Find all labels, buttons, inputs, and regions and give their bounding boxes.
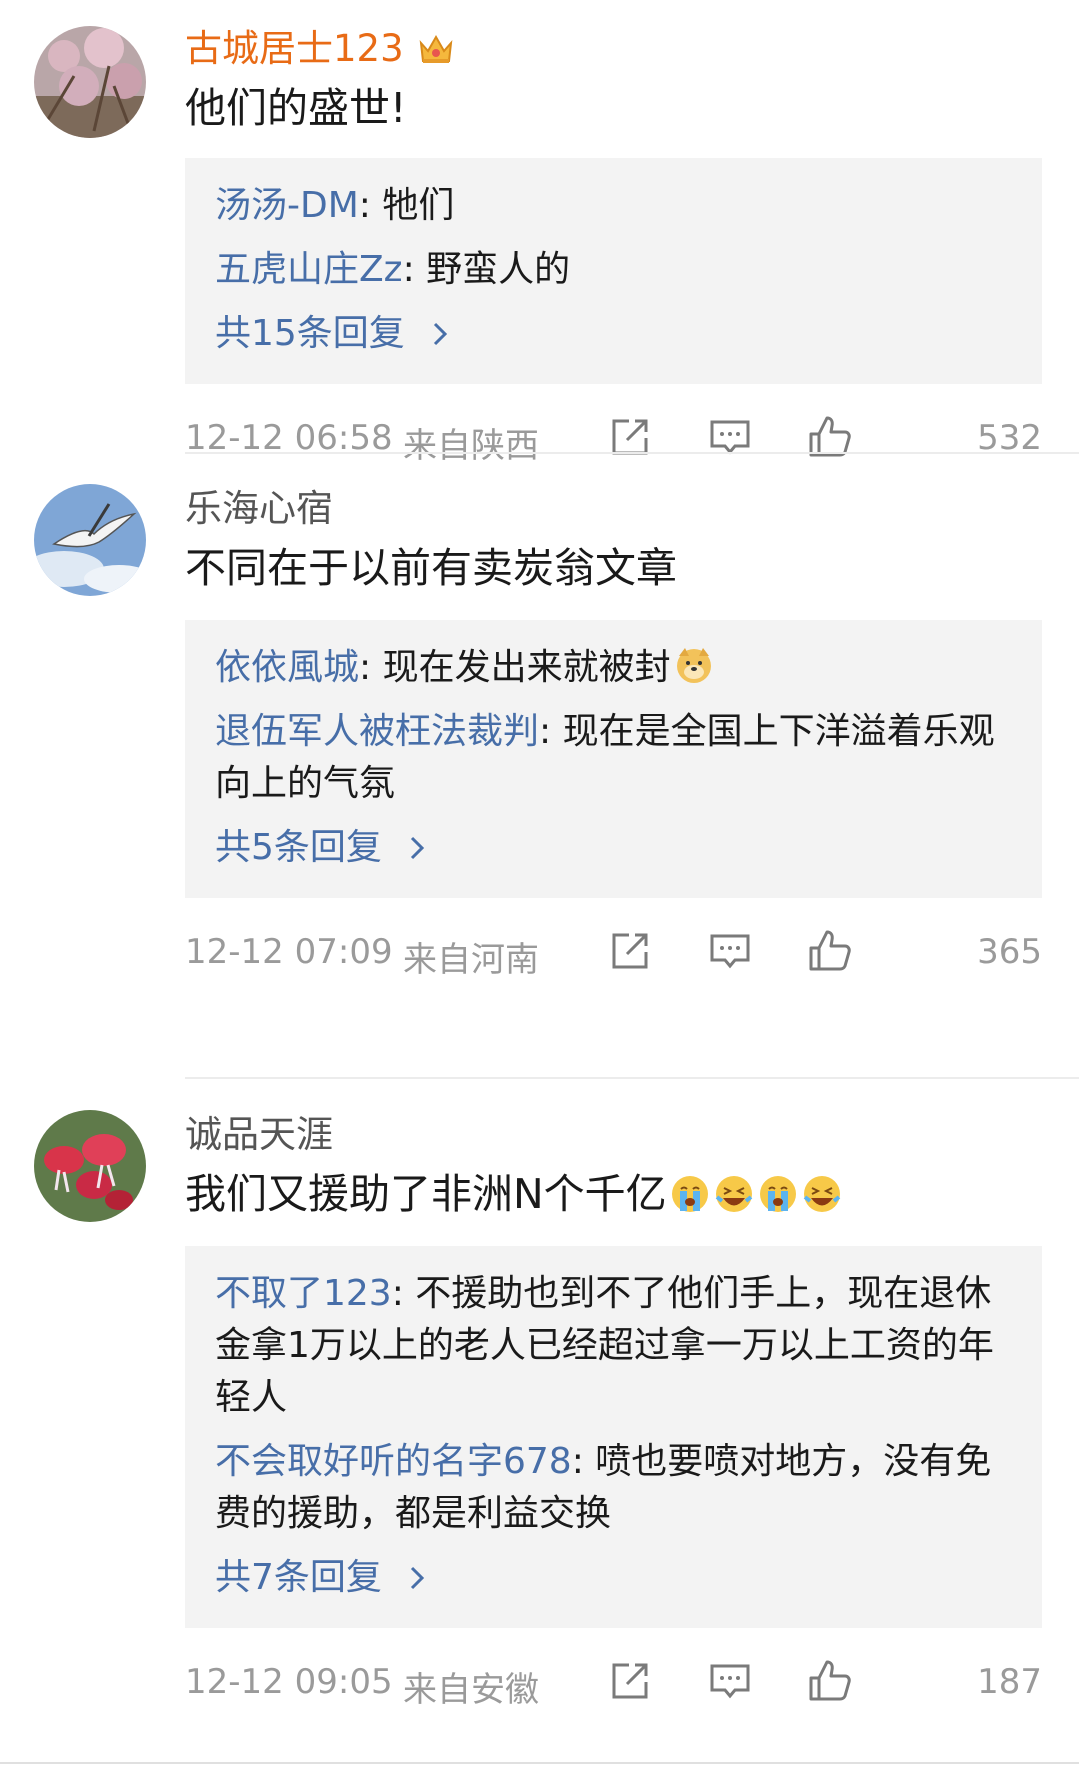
- comment-content: 不同在于以前有卖炭翁文章: [185, 544, 677, 592]
- avatar[interactable]: [34, 26, 146, 138]
- crying-emoji: [671, 1176, 708, 1212]
- reply-user[interactable]: 依依風城: [215, 647, 359, 688]
- reply-item[interactable]: 不取了123: 不援助也到不了他们手上，现在退休金拿1万以上的老人已经超过拿一万…: [215, 1268, 1012, 1424]
- more-replies-label[interactable]: 共7条回复: [215, 1552, 382, 1604]
- avatar[interactable]: [34, 1110, 146, 1222]
- comment-meta: 12-12 06:58 来自陕西 532: [185, 414, 1042, 466]
- reply-text: 现在发出来就被封: [382, 647, 671, 688]
- like-count: 365: [977, 932, 1042, 972]
- crying-emoji: [759, 1176, 796, 1212]
- crown-icon: [419, 34, 452, 63]
- reply-user[interactable]: 不取了123: [215, 1273, 392, 1314]
- reply-item[interactable]: 退伍军人被枉法裁判: 现在是全国上下洋溢着乐观向上的气氛: [215, 706, 1012, 810]
- replies-box[interactable]: 不取了123: 不援助也到不了他们手上，现在退休金拿1万以上的老人已经超过拿一万…: [185, 1246, 1042, 1628]
- share-icon[interactable]: [607, 928, 653, 974]
- username[interactable]: 乐海心宿: [185, 484, 1042, 534]
- like-count: 187: [977, 1662, 1042, 1702]
- replies-box[interactable]: 依依風城: 现在发出来就被封 退伍军人被枉法裁判: 现在是全国上下洋溢着乐观向上…: [185, 620, 1042, 898]
- location: 来自河南: [403, 940, 539, 980]
- like-icon[interactable]: [807, 928, 853, 974]
- comment-icon[interactable]: [707, 1658, 753, 1704]
- replies-box[interactable]: 汤汤-DM: 牠们 五虎山庄Zz: 野蛮人的 共15条回复: [185, 158, 1042, 384]
- reply-user[interactable]: 不会取好听的名字678: [215, 1441, 572, 1482]
- reply-item[interactable]: 不会取好听的名字678: 喷也要喷对地方，没有免费的援助，都是利益交换: [215, 1436, 1012, 1540]
- comment-content: 他们的盛世!: [185, 84, 407, 132]
- location: 来自安徽: [403, 1670, 539, 1710]
- more-replies-link[interactable]: 共5条回复: [215, 822, 1012, 874]
- chevron-right-icon: [410, 1566, 425, 1590]
- reply-user[interactable]: 五虎山庄Zz: [215, 249, 403, 290]
- share-icon[interactable]: [607, 1658, 653, 1704]
- timestamp: 12-12 07:09: [185, 932, 393, 972]
- username[interactable]: 诚品天涯: [185, 1110, 1042, 1160]
- comment-content-text: 我们又援助了非洲N个千亿: [185, 1170, 667, 1218]
- divider: [185, 1077, 1079, 1079]
- reply-item[interactable]: 依依風城: 现在发出来就被封: [215, 642, 1012, 694]
- laughing-emoji: [803, 1176, 840, 1212]
- more-replies-link[interactable]: 共15条回复: [215, 308, 1012, 360]
- more-replies-label[interactable]: 共15条回复: [215, 308, 405, 360]
- reply-text: 牠们: [382, 185, 455, 226]
- more-replies-link[interactable]: 共7条回复: [215, 1552, 1012, 1604]
- more-replies-label[interactable]: 共5条回复: [215, 822, 382, 874]
- username-text[interactable]: 古城居士123: [185, 27, 404, 71]
- doge-emoji: [676, 648, 711, 683]
- username[interactable]: 古城居士123: [185, 24, 1042, 74]
- avatar[interactable]: [34, 484, 146, 596]
- comment-meta: 12-12 09:05 来自安徽 187: [185, 1658, 1042, 1710]
- bottom-border: [0, 1762, 1079, 1764]
- chevron-right-icon: [433, 322, 447, 346]
- comment-meta: 12-12 07:09 来自河南 365: [185, 928, 1042, 980]
- reply-item[interactable]: 五虎山庄Zz: 野蛮人的: [215, 244, 1012, 296]
- location: 来自陕西: [403, 426, 539, 466]
- laughing-emoji: [715, 1176, 752, 1212]
- comment-content: 我们又援助了非洲N个千亿: [185, 1168, 1042, 1220]
- timestamp: 12-12 09:05: [185, 1662, 393, 1702]
- divider: [185, 452, 1079, 454]
- reply-user[interactable]: 汤汤-DM: [215, 185, 359, 226]
- comment-icon[interactable]: [707, 928, 753, 974]
- chevron-right-icon: [410, 836, 425, 860]
- reply-item[interactable]: 汤汤-DM: 牠们: [215, 180, 1012, 232]
- reply-text: 野蛮人的: [426, 249, 571, 290]
- reply-user[interactable]: 退伍军人被枉法裁判: [215, 711, 539, 752]
- username-text[interactable]: 诚品天涯: [185, 1113, 333, 1157]
- like-icon[interactable]: [807, 1658, 853, 1704]
- username-text[interactable]: 乐海心宿: [185, 487, 333, 531]
